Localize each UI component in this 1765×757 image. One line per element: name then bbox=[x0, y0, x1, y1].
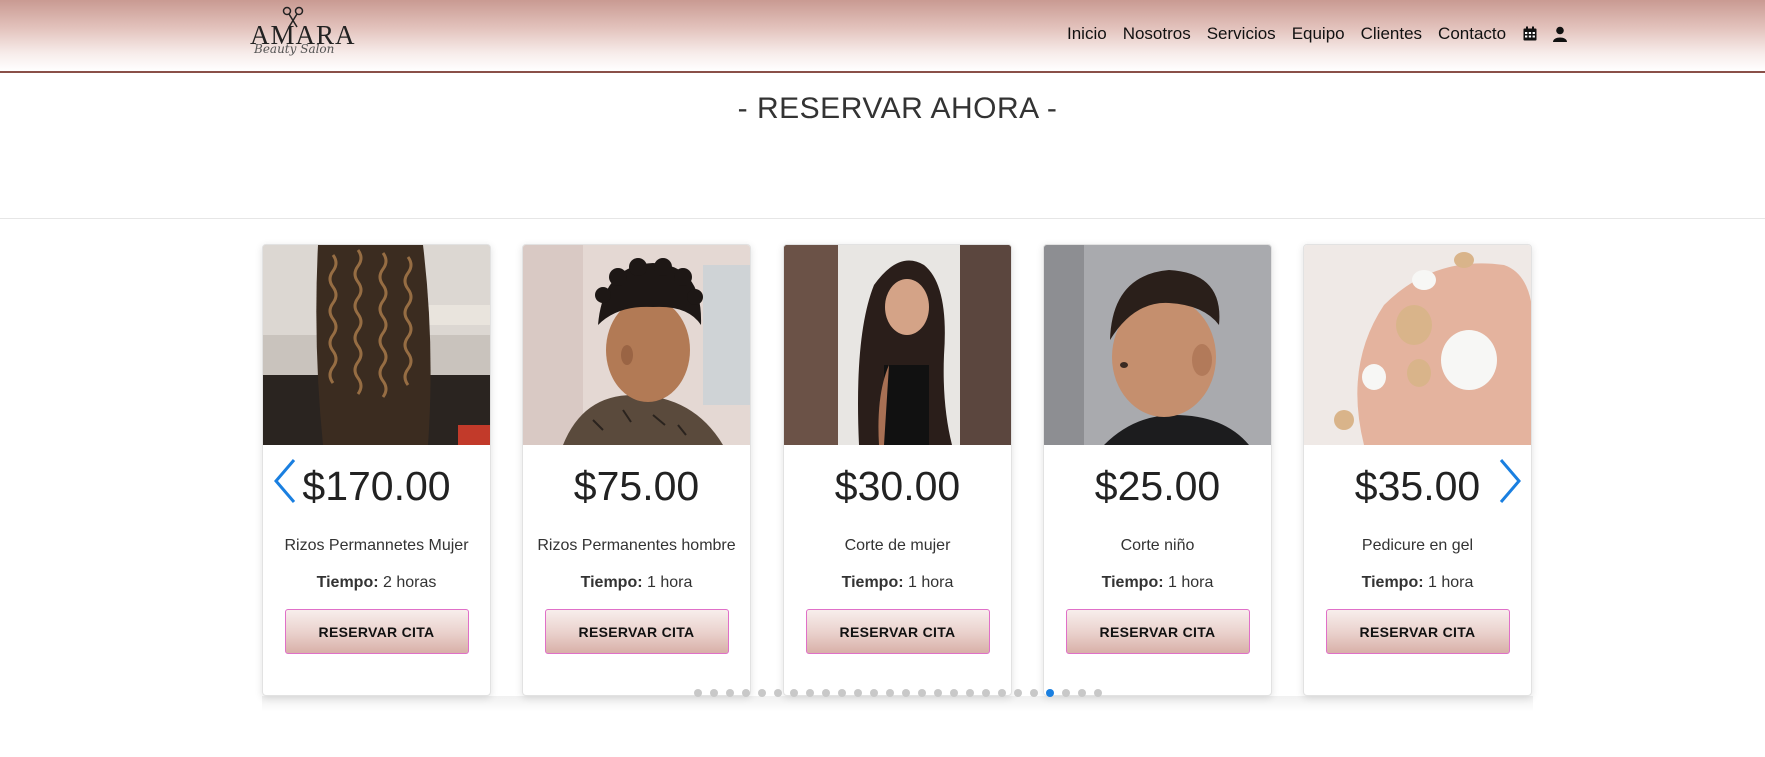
carousel-dot[interactable] bbox=[694, 689, 702, 697]
reserve-button[interactable]: RESERVAR CITA bbox=[284, 609, 469, 654]
nav-servicios[interactable]: Servicios bbox=[1207, 24, 1276, 44]
carousel-dot[interactable] bbox=[1094, 689, 1102, 697]
carousel-dot[interactable] bbox=[934, 689, 942, 697]
time-label: Tiempo: bbox=[841, 574, 904, 591]
time-label: Tiempo: bbox=[316, 574, 379, 591]
reserve-button[interactable]: RESERVAR CITA bbox=[1065, 609, 1250, 654]
carousel-dot[interactable] bbox=[998, 689, 1006, 697]
section-divider bbox=[0, 218, 1765, 219]
carousel-dot[interactable] bbox=[838, 689, 846, 697]
service-name: Rizos Permannetes Mujer bbox=[284, 537, 469, 554]
chevron-right-icon[interactable] bbox=[1497, 457, 1523, 505]
site-header: AMARA Beauty Salon Inicio Nosotros Servi… bbox=[0, 0, 1765, 73]
service-name: Rizos Permanentes hombre bbox=[537, 537, 736, 554]
carousel-dot[interactable] bbox=[806, 689, 814, 697]
carousel-dot[interactable] bbox=[950, 689, 958, 697]
nav-clientes[interactable]: Clientes bbox=[1361, 24, 1422, 44]
time-value: 1 hora bbox=[647, 574, 693, 591]
service-image-curls-man bbox=[523, 245, 750, 445]
carousel-dot[interactable] bbox=[822, 689, 830, 697]
reserve-button[interactable]: RESERVAR CITA bbox=[544, 609, 729, 654]
nav-nosotros[interactable]: Nosotros bbox=[1123, 24, 1191, 44]
service-price: $30.00 bbox=[834, 463, 961, 509]
chevron-left-icon[interactable] bbox=[272, 457, 298, 505]
carousel-dots bbox=[694, 689, 1110, 697]
carousel-dot[interactable] bbox=[870, 689, 878, 697]
time-label: Tiempo: bbox=[580, 574, 643, 591]
service-image-curls-woman bbox=[263, 245, 490, 445]
carousel-dot[interactable] bbox=[710, 689, 718, 697]
carousel-dot[interactable] bbox=[982, 689, 990, 697]
carousel-dot[interactable] bbox=[886, 689, 894, 697]
carousel-dot[interactable] bbox=[854, 689, 862, 697]
reserve-button[interactable]: RESERVAR CITA bbox=[1325, 609, 1510, 654]
carousel-dot[interactable] bbox=[742, 689, 750, 697]
service-card: $25.00 Corte niño Tiempo: 1 hora RESERVA… bbox=[1043, 244, 1272, 696]
carousel-dot[interactable] bbox=[1062, 689, 1070, 697]
nav-equipo[interactable]: Equipo bbox=[1292, 24, 1345, 44]
carousel-dot[interactable] bbox=[918, 689, 926, 697]
user-icon[interactable] bbox=[1552, 26, 1568, 42]
service-price: $75.00 bbox=[573, 463, 700, 509]
calendar-icon[interactable] bbox=[1522, 26, 1538, 42]
service-price: $25.00 bbox=[1094, 463, 1221, 509]
service-time: Tiempo: 1 hora bbox=[1304, 572, 1531, 594]
nav-inicio[interactable]: Inicio bbox=[1067, 24, 1107, 44]
carousel-dot[interactable] bbox=[1030, 689, 1038, 697]
service-time: Tiempo: 1 hora bbox=[523, 572, 750, 594]
carousel-dot[interactable] bbox=[1046, 689, 1054, 697]
carousel-dot[interactable] bbox=[726, 689, 734, 697]
carousel-dot[interactable] bbox=[966, 689, 974, 697]
carousel-dot[interactable] bbox=[1014, 689, 1022, 697]
service-time: Tiempo: 2 horas bbox=[263, 572, 490, 594]
time-value: 1 hora bbox=[1168, 574, 1214, 591]
nav-contacto[interactable]: Contacto bbox=[1438, 24, 1506, 44]
time-value: 2 horas bbox=[383, 574, 437, 591]
service-name: Pedicure en gel bbox=[1361, 537, 1474, 554]
reserve-button[interactable]: RESERVAR CITA bbox=[805, 609, 990, 654]
services-carousel: $170.00 Rizos Permannetes Mujer Tiempo: … bbox=[262, 244, 1533, 714]
carousel-dot[interactable] bbox=[790, 689, 798, 697]
logo-script: Beauty Salon bbox=[254, 42, 335, 56]
section-title: - RESERVAR AHORA - bbox=[737, 92, 1058, 125]
carousel-dot[interactable] bbox=[758, 689, 766, 697]
carousel-dot[interactable] bbox=[774, 689, 782, 697]
service-name: Corte niño bbox=[1120, 537, 1195, 554]
service-time: Tiempo: 1 hora bbox=[1044, 572, 1271, 594]
service-image-woman-cut bbox=[784, 245, 1011, 445]
time-value: 1 hora bbox=[1428, 574, 1474, 591]
service-time: Tiempo: 1 hora bbox=[784, 572, 1011, 594]
time-value: 1 hora bbox=[908, 574, 954, 591]
service-image-boy-cut bbox=[1044, 245, 1271, 445]
time-label: Tiempo: bbox=[1361, 574, 1424, 591]
carousel-dot[interactable] bbox=[902, 689, 910, 697]
time-label: Tiempo: bbox=[1101, 574, 1164, 591]
main-nav: Inicio Nosotros Servicios Equipo Cliente… bbox=[1067, 24, 1582, 44]
service-card: $30.00 Corte de mujer Tiempo: 1 hora RES… bbox=[783, 244, 1012, 696]
service-name: Corte de mujer bbox=[844, 537, 951, 554]
carousel-dot[interactable] bbox=[1078, 689, 1086, 697]
service-image-pedicure bbox=[1304, 245, 1531, 445]
brand-logo[interactable]: AMARA Beauty Salon bbox=[250, 6, 355, 64]
service-card: $75.00 Rizos Permanentes hombre Tiempo: … bbox=[522, 244, 751, 696]
